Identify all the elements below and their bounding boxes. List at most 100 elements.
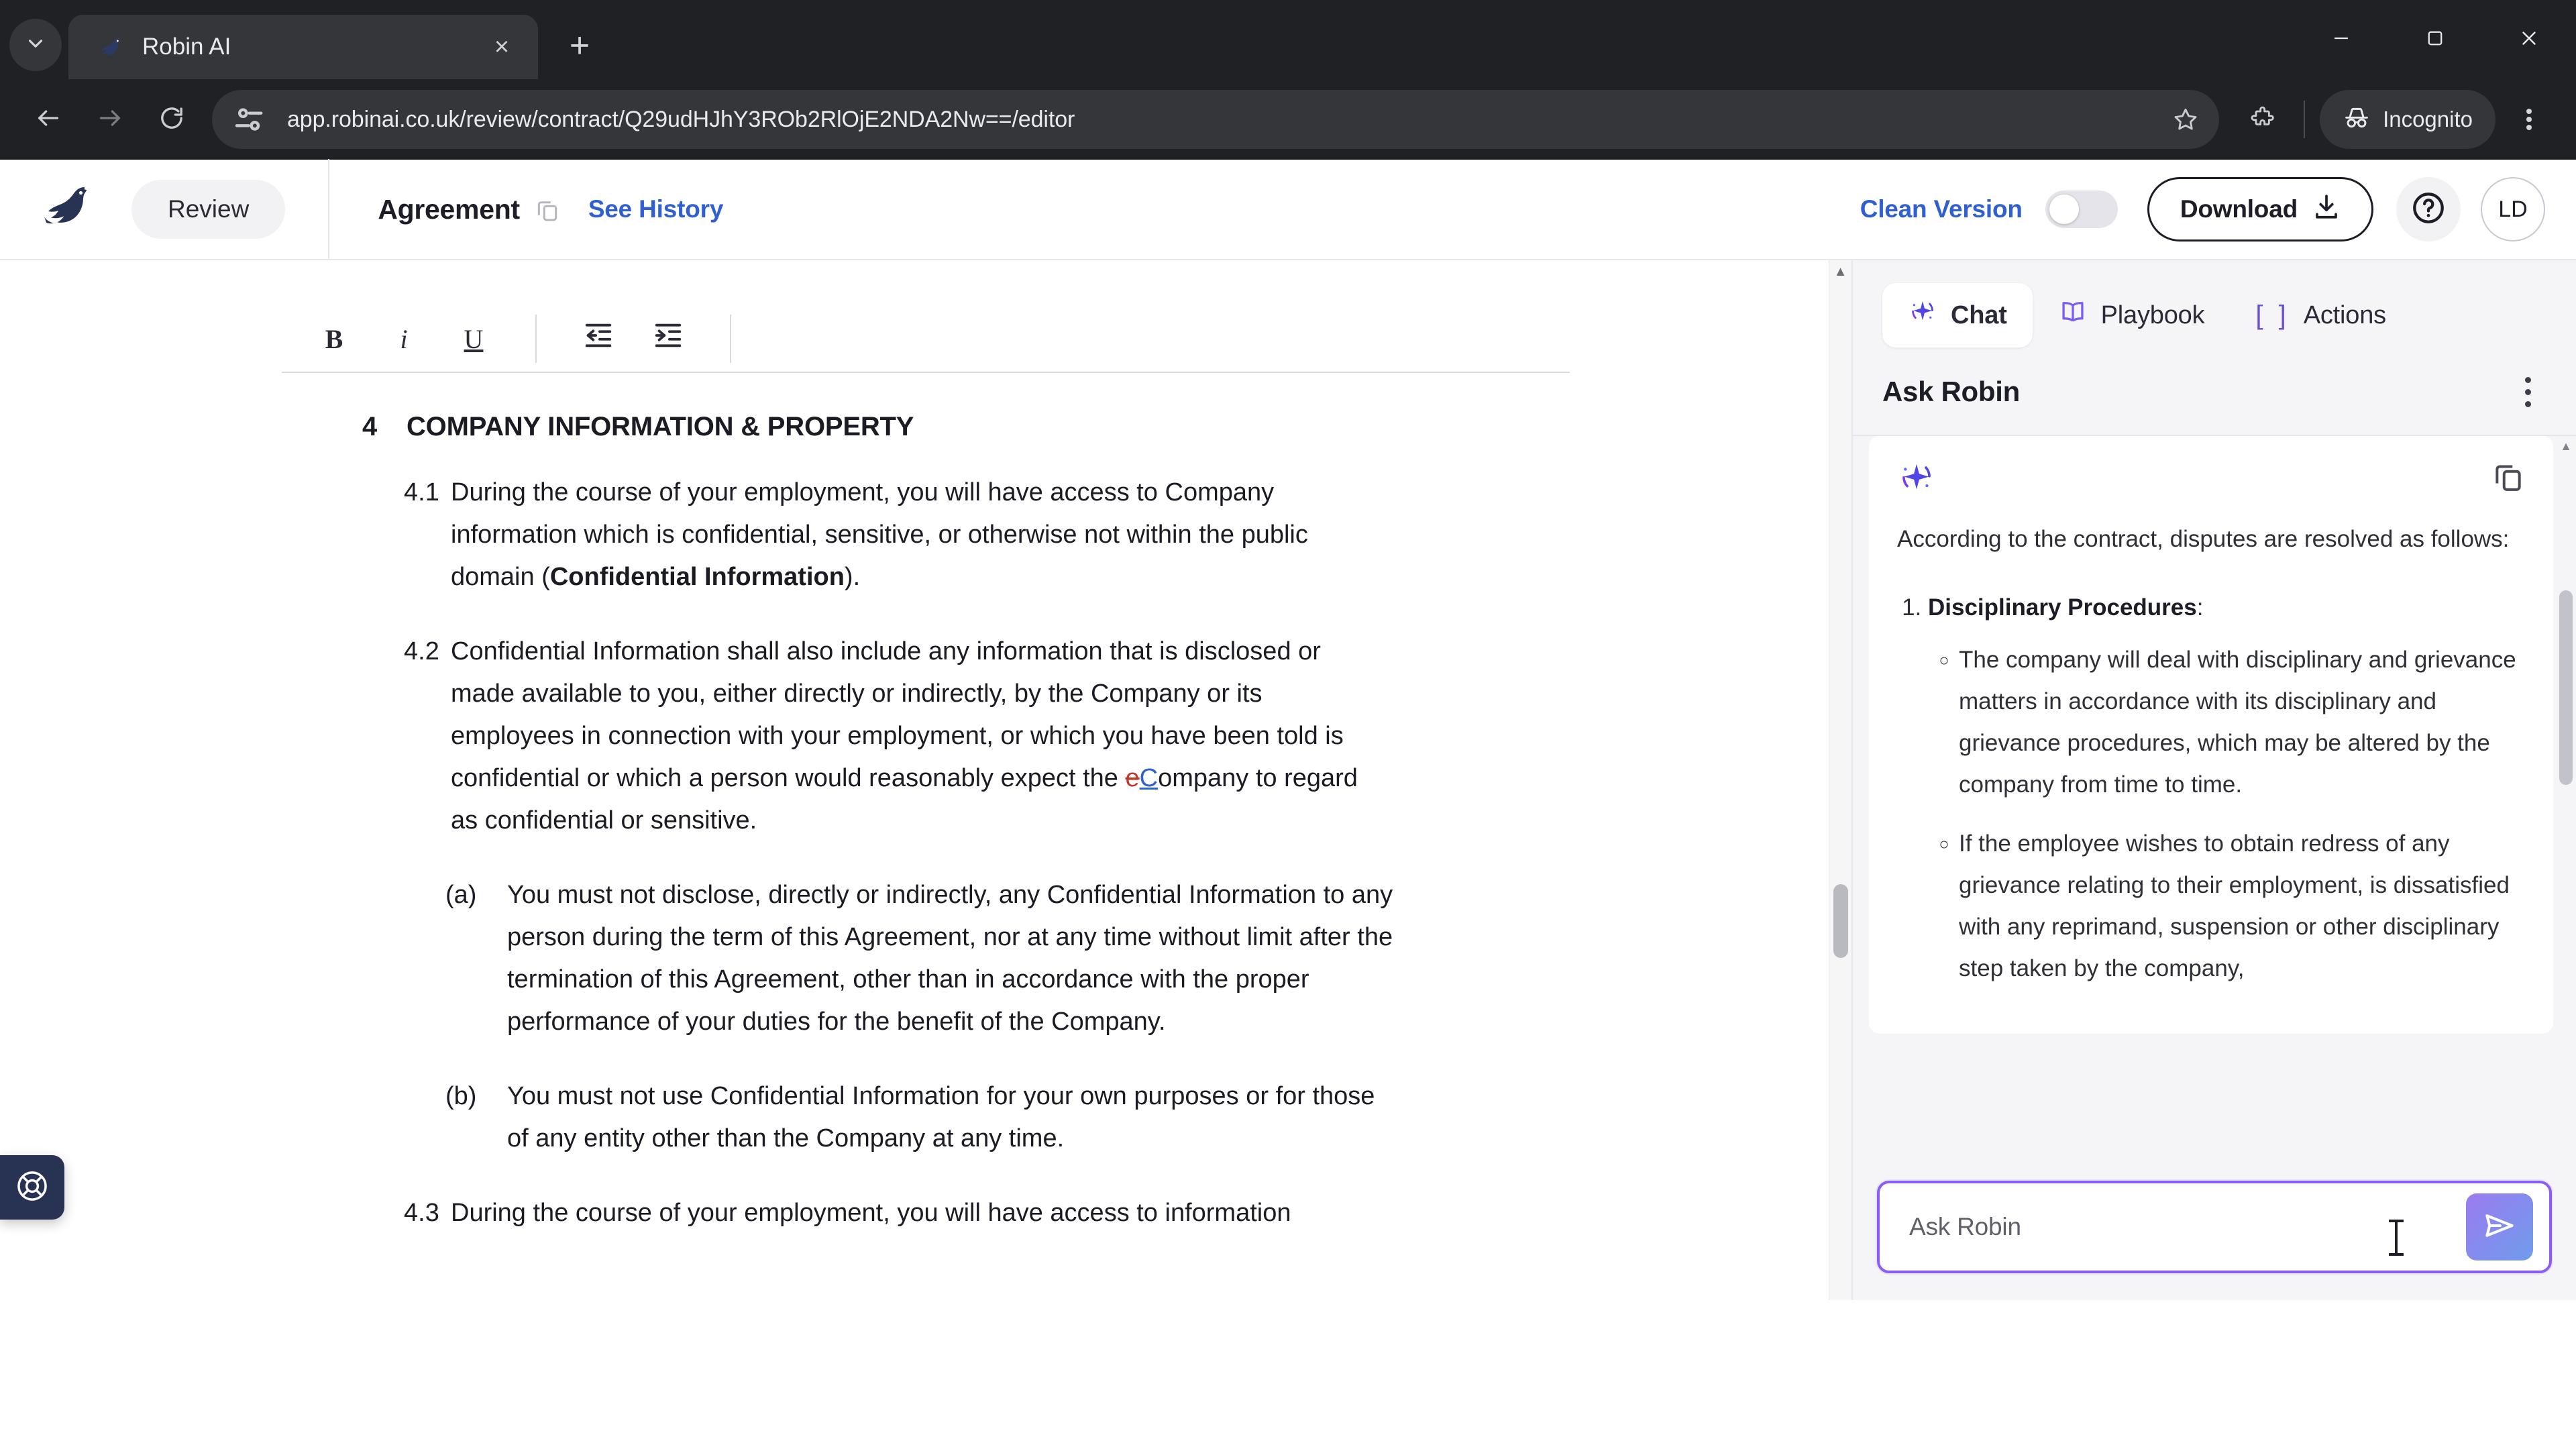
window-close-button[interactable] [2482, 0, 2576, 79]
document-page[interactable]: 4 COMPANY INFORMATION & PROPERTY 4.1 Duri… [282, 373, 1570, 1234]
copy-message-icon[interactable] [2491, 459, 2525, 496]
tab-playbook[interactable]: Playbook [2033, 283, 2231, 347]
chat-scroll-area[interactable]: According to the contract, disputes are … [1853, 435, 2576, 1161]
chat-input-container[interactable]: Ask Robin [1877, 1181, 2552, 1273]
extensions-button[interactable] [2233, 89, 2293, 150]
indent-button[interactable] [633, 312, 703, 366]
robin-bird-icon [95, 32, 125, 62]
minimize-icon [2330, 27, 2353, 53]
tab-search-button[interactable] [9, 19, 62, 71]
message-list: Disciplinary Procedures: The company will… [1928, 587, 2525, 989]
brackets-icon: [ ] [2255, 300, 2290, 330]
tab-chat[interactable]: Chat [1882, 283, 2033, 347]
review-button[interactable]: Review [131, 180, 286, 239]
bold-button[interactable]: B [299, 312, 369, 366]
puzzle-piece-icon [2249, 105, 2276, 135]
chat-menu-button[interactable] [2509, 376, 2546, 407]
chat-input-placeholder[interactable]: Ask Robin [1909, 1213, 2466, 1241]
clause-heading: 4 COMPANY INFORMATION & PROPERTY [362, 412, 1489, 442]
tracked-deletion: e [1125, 764, 1140, 792]
bookmark-star-icon[interactable] [2172, 106, 2199, 133]
reload-button[interactable] [141, 89, 203, 150]
back-button[interactable] [17, 89, 79, 150]
help-widget-button[interactable] [0, 1155, 64, 1220]
help-button[interactable] [2396, 177, 2461, 241]
download-button[interactable]: Download [2147, 177, 2373, 241]
browser-tab[interactable]: Robin AI × [68, 15, 538, 79]
clause[interactable]: 4.1 During the course of your employment,… [404, 472, 1489, 598]
page-info-icon[interactable] [232, 101, 270, 138]
chat-header: Ask Robin [1853, 366, 2576, 435]
chevron-down-icon [24, 32, 47, 58]
forward-button[interactable] [79, 89, 141, 150]
tab-playbook-label: Playbook [2100, 301, 2205, 329]
clause-number: 4.1 [404, 478, 439, 506]
clean-version-toggle[interactable] [2045, 191, 2118, 228]
close-icon [2518, 27, 2540, 53]
underline-button[interactable]: U [439, 312, 508, 366]
clause[interactable]: (b) You must not use Confidential Informa… [445, 1075, 1489, 1160]
clean-version-label: Clean Version [1860, 195, 2023, 223]
tracked-insertion: C [1139, 764, 1159, 792]
app-body: B i U 4 COMPANY INFORMATION & PROPERTY 4… [0, 260, 2576, 1300]
see-history-link[interactable]: See History [588, 195, 724, 223]
toolbar-divider [535, 315, 537, 363]
send-icon [2482, 1208, 2517, 1246]
incognito-icon [2343, 104, 2371, 136]
tab-strip: Robin AI × + [0, 0, 2576, 79]
avatar[interactable]: LD [2481, 177, 2545, 241]
window-minimize-button[interactable] [2294, 0, 2388, 79]
tab-actions[interactable]: [ ] Actions [2230, 283, 2412, 347]
document-name-group: Agreement [378, 194, 559, 225]
copy-icon[interactable] [535, 197, 560, 222]
window-maximize-button[interactable] [2388, 0, 2482, 79]
scrollbar-thumb[interactable] [1833, 884, 1848, 958]
defined-term: Confidential Information [549, 563, 845, 591]
message-item-heading-suffix: : [2196, 594, 2204, 621]
assistant-message: According to the contract, disputes are … [1869, 436, 2553, 1034]
download-icon [2312, 193, 2341, 227]
question-circle-icon [2410, 190, 2447, 229]
clause-text: You must not disclose, directly or indir… [507, 874, 1403, 1043]
incognito-indicator[interactable]: Incognito [2320, 90, 2496, 149]
sparkle-icon [1897, 459, 1936, 501]
scrollbar-thumb[interactable] [2559, 590, 2573, 785]
browser-menu-button[interactable] [2500, 90, 2559, 149]
back-arrow-icon [35, 105, 62, 135]
document-title: Agreement [378, 193, 520, 225]
document-scroll-area[interactable]: 4 COMPANY INFORMATION & PROPERTY 4.1 Duri… [0, 373, 1851, 1300]
reload-icon [158, 105, 185, 135]
robin-app: Review Agreement See History Clean Versi… [0, 159, 2576, 1300]
clause-heading-number: 4 [362, 412, 378, 441]
document-pane: B i U 4 COMPANY INFORMATION & PROPERTY 4… [0, 260, 1851, 1300]
sparkle-icon [1908, 297, 1937, 333]
tab-chat-label: Chat [1951, 301, 2007, 329]
toolbar-divider [730, 315, 731, 363]
download-label: Download [2180, 195, 2298, 223]
clause[interactable]: (a) You must not disclose, directly or in… [445, 874, 1489, 1043]
message-bullet: If the employee wishes to obtain redress… [1959, 823, 2525, 989]
italic-button[interactable]: i [369, 312, 439, 366]
tab-close-button[interactable]: × [484, 30, 519, 64]
message-sublist: The company will deal with disciplinary … [1959, 639, 2525, 989]
clause[interactable]: 4.2 Confidential Information shall also i… [404, 631, 1489, 842]
document-scrollbar[interactable]: ▲ [1829, 260, 1851, 1300]
window-controls [2294, 0, 2576, 79]
clause[interactable]: 4.3 During the course of your employment,… [404, 1192, 1489, 1234]
outdent-icon [583, 320, 614, 358]
scroll-up-arrow[interactable]: ▲ [2556, 436, 2576, 456]
text-run: You must not use Confidential Informatio… [507, 1082, 1375, 1152]
chat-scrollbar[interactable]: ▲ [2556, 436, 2576, 1161]
scroll-up-arrow[interactable]: ▲ [1829, 260, 1851, 283]
chat-title: Ask Robin [1882, 376, 2020, 407]
message-intro: According to the contract, disputes are … [1897, 526, 2510, 552]
clause-text: During the course of your employment, yo… [451, 1192, 1291, 1234]
address-bar[interactable]: app.robinai.co.uk/review/contract/Q29udH… [212, 90, 2220, 149]
robin-logo[interactable] [0, 183, 131, 236]
toolbar-divider [2304, 101, 2306, 138]
send-button[interactable] [2466, 1193, 2533, 1260]
clause-number: (a) [445, 881, 477, 909]
three-dot-menu-icon [2524, 376, 2531, 383]
outdent-button[interactable] [564, 312, 633, 366]
new-tab-button[interactable]: + [555, 21, 604, 70]
